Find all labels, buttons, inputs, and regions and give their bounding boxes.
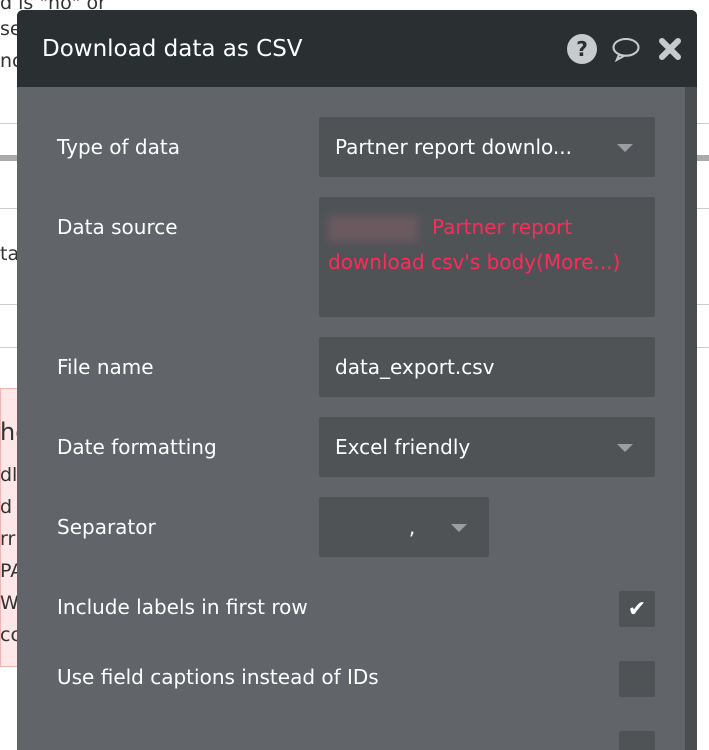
bg-text: PA	[0, 560, 17, 582]
file-name-label: File name	[57, 355, 154, 379]
comment-icon[interactable]	[611, 34, 641, 64]
use-captions-label: Use field captions instead of IDs	[57, 665, 379, 689]
dialog-header[interactable]: Download data as CSV ?	[17, 10, 697, 87]
bg-text: nc	[0, 50, 17, 72]
data-source-label: Data source	[57, 215, 178, 239]
chevron-down-icon	[451, 524, 467, 532]
separator-value: ,	[408, 515, 416, 539]
chevron-down-icon	[617, 444, 633, 452]
date-formatting-dropdown[interactable]: Excel friendly	[319, 417, 655, 477]
separator-dropdown[interactable]: ,	[319, 497, 489, 557]
file-name-input[interactable]: data_export.csv	[319, 337, 655, 397]
scrollbar[interactable]	[685, 87, 697, 750]
bg-text: d	[0, 496, 13, 518]
include-labels-checkbox[interactable]: ✔	[619, 591, 655, 627]
date-formatting-label: Date formatting	[57, 435, 217, 459]
bg-text: se	[0, 18, 17, 40]
bg-text: he	[0, 418, 17, 446]
bg-text: cc	[0, 624, 17, 646]
next-checkbox[interactable]	[619, 731, 655, 750]
bg-text: ta	[0, 243, 17, 265]
checkmark-icon: ✔	[627, 596, 647, 622]
bg-text: dl	[0, 464, 17, 486]
date-formatting-value: Excel friendly	[335, 435, 471, 459]
help-icon[interactable]: ?	[567, 33, 597, 64]
type-of-data-dropdown[interactable]: Partner report downlo...	[319, 117, 655, 177]
include-labels-label: Include labels in first row	[57, 595, 308, 619]
bg-text: rr	[0, 528, 16, 550]
use-captions-checkbox[interactable]	[619, 661, 655, 697]
close-icon[interactable]	[655, 34, 685, 64]
bg-text: W	[0, 592, 17, 614]
dialog-title: Download data as CSV	[42, 35, 303, 62]
data-source-expression[interactable]: Partner report download csv's body(More.…	[319, 197, 655, 317]
file-name-value: data_export.csv	[335, 355, 495, 379]
download-csv-dialog: Download data as CSV ? Type of data Part…	[17, 10, 697, 750]
type-of-data-label: Type of data	[57, 135, 180, 159]
type-of-data-value: Partner report downlo...	[335, 135, 572, 159]
chevron-down-icon	[617, 144, 633, 152]
redacted-block	[328, 215, 418, 242]
separator-label: Separator	[57, 515, 156, 539]
